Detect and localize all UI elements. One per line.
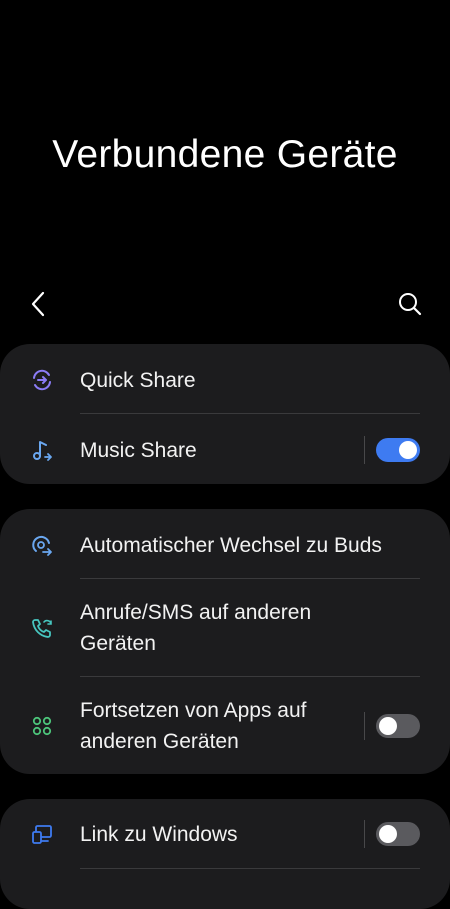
music-share-toggle[interactable] bbox=[376, 438, 420, 462]
toggle-knob bbox=[379, 717, 397, 735]
calls-sms-row[interactable]: Anrufe/SMS auf anderen Geräten bbox=[0, 597, 450, 659]
search-button[interactable] bbox=[396, 290, 424, 318]
link-to-windows-row[interactable]: Link zu Windows bbox=[0, 818, 450, 850]
quick-share-row[interactable]: Quick Share bbox=[0, 364, 450, 396]
continue-apps-label: Fortsetzen von Apps auf anderen Geräten bbox=[80, 699, 307, 753]
link-to-windows-icon bbox=[30, 822, 54, 846]
divider bbox=[80, 578, 420, 579]
continuity-card: Automatischer Wechsel zu Buds Anrufe/SMS… bbox=[0, 509, 450, 774]
separator bbox=[364, 820, 365, 848]
back-button[interactable] bbox=[25, 290, 53, 318]
link-to-windows-toggle[interactable] bbox=[376, 822, 420, 846]
toggle-knob bbox=[399, 441, 417, 459]
auto-switch-buds-label: Automatischer Wechsel zu Buds bbox=[80, 533, 382, 557]
search-icon bbox=[399, 293, 422, 316]
music-share-row[interactable]: Music Share bbox=[0, 434, 450, 466]
auto-switch-buds-row[interactable]: Automatischer Wechsel zu Buds bbox=[0, 529, 450, 561]
music-share-label: Music Share bbox=[80, 438, 197, 462]
calls-sms-icon bbox=[30, 616, 54, 640]
divider bbox=[80, 413, 420, 414]
continue-apps-row[interactable]: Fortsetzen von Apps auf anderen Geräten bbox=[0, 695, 450, 757]
continue-apps-icon bbox=[30, 714, 54, 738]
quick-share-icon bbox=[30, 368, 54, 392]
separator bbox=[364, 436, 365, 464]
divider bbox=[80, 868, 420, 869]
quick-share-label: Quick Share bbox=[80, 368, 196, 392]
divider bbox=[80, 676, 420, 677]
windows-card: Link zu Windows bbox=[0, 799, 450, 909]
chevron-left-icon bbox=[31, 291, 45, 317]
auto-switch-buds-icon bbox=[30, 533, 54, 557]
sharing-card: Quick Share Music Share bbox=[0, 344, 450, 484]
link-to-windows-label: Link zu Windows bbox=[80, 822, 238, 846]
music-share-icon bbox=[30, 438, 54, 462]
continue-apps-toggle[interactable] bbox=[376, 714, 420, 738]
calls-sms-label: Anrufe/SMS auf anderen Geräten bbox=[80, 601, 312, 655]
separator bbox=[364, 712, 365, 740]
page-title: Verbundene Geräte bbox=[52, 133, 398, 176]
toggle-knob bbox=[379, 825, 397, 843]
